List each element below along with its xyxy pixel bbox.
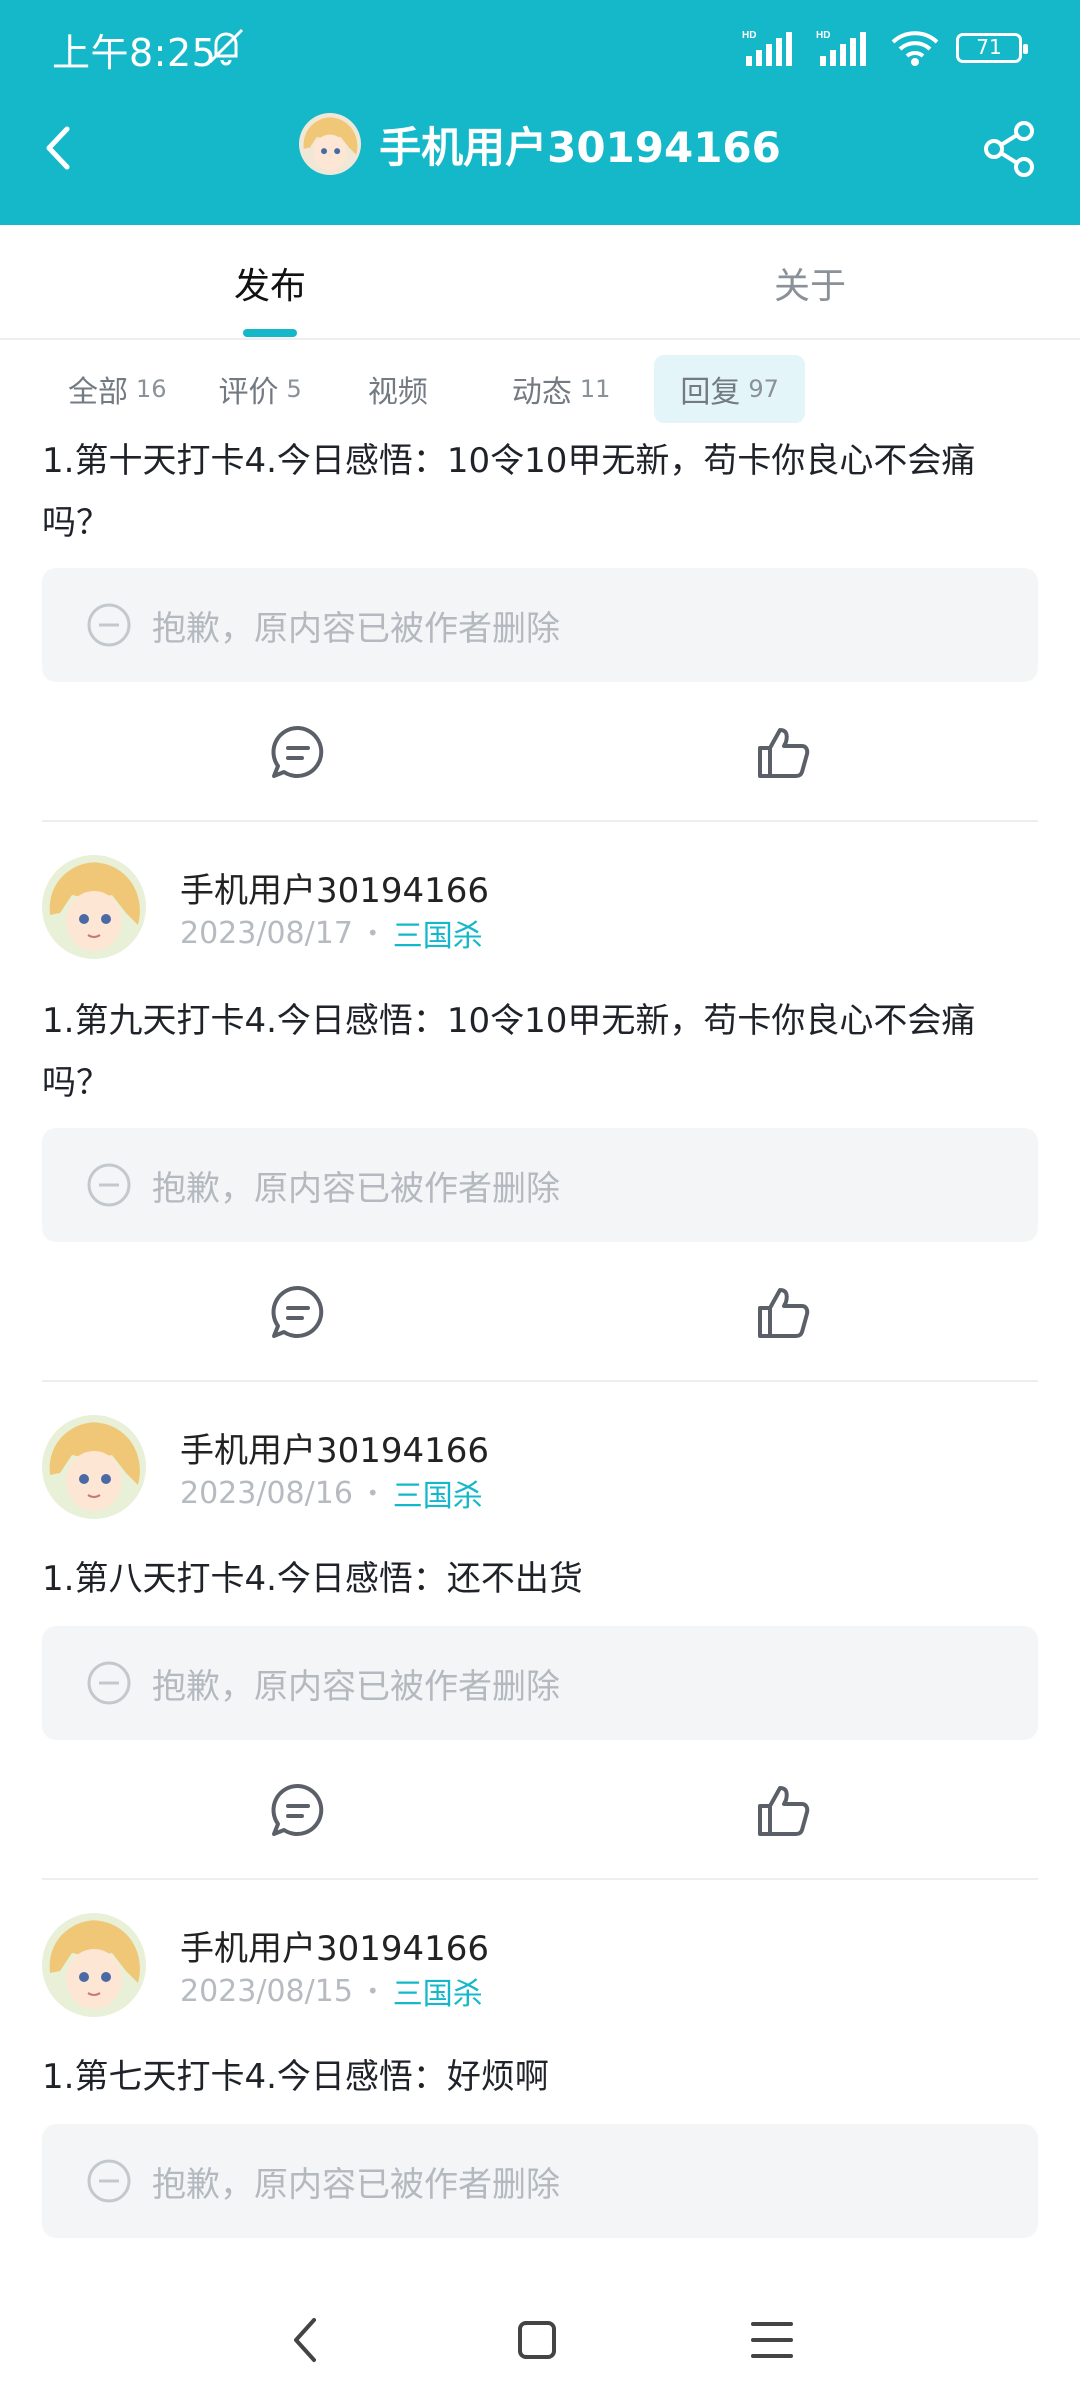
signal-icon-2: HD bbox=[816, 30, 866, 66]
mute-icon bbox=[208, 28, 244, 66]
like-icon[interactable] bbox=[752, 722, 812, 782]
deleted-text: 抱歉，原内容已被作者删除 bbox=[152, 1666, 560, 1707]
deleted-text: 抱歉，原内容已被作者删除 bbox=[152, 608, 560, 649]
filter-label: 视频 bbox=[367, 375, 428, 410]
page-title: 手机用户30194166 bbox=[379, 122, 781, 172]
like-icon[interactable] bbox=[752, 1282, 812, 1342]
deleted-notice[interactable]: 抱歉，原内容已被作者删除 bbox=[42, 2124, 1038, 2238]
divider bbox=[42, 820, 1038, 822]
post-actions bbox=[0, 722, 1080, 782]
post-username[interactable]: 手机用户30194166 bbox=[180, 863, 489, 912]
nav-back-icon[interactable] bbox=[280, 2310, 330, 2370]
filter-all[interactable]: 全部 16 bbox=[42, 355, 193, 423]
post-tag[interactable]: 三国杀 bbox=[393, 1471, 483, 1515]
comment-icon[interactable] bbox=[268, 1282, 328, 1342]
avatar[interactable] bbox=[42, 1415, 146, 1519]
svg-text:HD: HD bbox=[816, 30, 830, 41]
title-avatar[interactable] bbox=[299, 113, 362, 175]
post-username[interactable]: 手机用户30194166 bbox=[180, 1423, 489, 1472]
post-username[interactable]: 手机用户30194166 bbox=[180, 1921, 489, 1970]
filter-count: 16 bbox=[136, 375, 167, 403]
signal-icon: HD bbox=[742, 30, 792, 66]
filter-videos[interactable]: 视频 bbox=[328, 355, 468, 423]
post-text[interactable]: 1.第七天打卡4.今日感悟：好烦啊 bbox=[42, 2046, 1042, 2108]
title-wrap: 手机用户30194166 bbox=[0, 113, 1080, 175]
post-meta: 2023/08/15 • 三国杀 bbox=[180, 1969, 483, 2013]
avatar[interactable] bbox=[42, 1913, 146, 2017]
minus-circle-icon bbox=[87, 2159, 131, 2203]
status-bar: 上午8:25 HD HD 71 bbox=[0, 0, 1080, 95]
post-tag[interactable]: 三国杀 bbox=[393, 911, 483, 955]
wifi-icon bbox=[891, 31, 939, 66]
filter-count: 5 bbox=[286, 375, 302, 403]
post-date: 2023/08/15 bbox=[180, 1973, 353, 2009]
filter-label: 全部 bbox=[68, 375, 128, 410]
deleted-notice[interactable]: 抱歉，原内容已被作者删除 bbox=[42, 1128, 1038, 1242]
post-date: 2023/08/16 bbox=[180, 1475, 353, 1511]
battery-level: 71 bbox=[976, 35, 1002, 59]
separator-dot: • bbox=[366, 1979, 379, 2003]
post-header: 手机用户30194166 2023/08/16 • 三国杀 bbox=[42, 1415, 1042, 1525]
filter-label: 动态 bbox=[511, 375, 572, 410]
avatar[interactable] bbox=[42, 855, 146, 959]
post-tag[interactable]: 三国杀 bbox=[393, 1969, 483, 2013]
filter-label: 回复 bbox=[680, 375, 741, 410]
post-actions bbox=[0, 1780, 1080, 1840]
post-actions bbox=[0, 1282, 1080, 1342]
battery-icon: 71 bbox=[956, 33, 1028, 63]
profile-tabs: 发布 关于 bbox=[0, 225, 1080, 340]
filter-reviews[interactable]: 评价 5 bbox=[193, 355, 328, 423]
filter-bar: 全部 16 评价 5 视频 动态 11 回复 97 bbox=[42, 355, 805, 423]
tab-publish[interactable]: 发布 bbox=[0, 225, 540, 340]
comment-icon[interactable] bbox=[268, 722, 328, 782]
minus-circle-icon bbox=[87, 603, 131, 647]
tab-about[interactable]: 关于 bbox=[540, 225, 1080, 340]
post-meta: 2023/08/17 • 三国杀 bbox=[180, 911, 483, 955]
svg-text:HD: HD bbox=[742, 30, 756, 41]
filter-count: 11 bbox=[579, 375, 611, 403]
divider bbox=[42, 1878, 1038, 1880]
post-text[interactable]: 1.第十天打卡4.今日感悟：10令10甲无新，苟卡你良心不会痛吗？ bbox=[42, 430, 1042, 554]
post-header: 手机用户30194166 2023/08/15 • 三国杀 bbox=[42, 1913, 1042, 2023]
minus-circle-icon bbox=[87, 1163, 131, 1207]
deleted-notice[interactable]: 抱歉，原内容已被作者删除 bbox=[42, 568, 1038, 682]
filter-replies[interactable]: 回复 97 bbox=[654, 355, 805, 423]
post-text[interactable]: 1.第八天打卡4.今日感悟：还不出货 bbox=[42, 1548, 1042, 1610]
filter-count: 97 bbox=[748, 375, 779, 403]
status-time: 上午8:25 bbox=[52, 31, 217, 75]
comment-icon[interactable] bbox=[268, 1780, 328, 1840]
post-meta: 2023/08/16 • 三国杀 bbox=[180, 1471, 483, 1515]
post-header: 手机用户30194166 2023/08/17 • 三国杀 bbox=[42, 855, 1042, 965]
like-icon[interactable] bbox=[752, 1780, 812, 1840]
nav-menu-icon[interactable] bbox=[745, 2310, 799, 2370]
post-date: 2023/08/17 bbox=[180, 915, 353, 951]
status-icons: HD HD 71 bbox=[742, 26, 1028, 70]
separator-dot: • bbox=[366, 921, 379, 945]
title-bar: 手机用户30194166 bbox=[0, 95, 1080, 225]
deleted-text: 抱歉，原内容已被作者删除 bbox=[152, 2164, 560, 2205]
post-text[interactable]: 1.第九天打卡4.今日感悟：10令10甲无新，苟卡你良心不会痛吗？ bbox=[42, 990, 1042, 1114]
filter-label: 评价 bbox=[218, 375, 279, 410]
divider bbox=[42, 1380, 1038, 1382]
minus-circle-icon bbox=[87, 1661, 131, 1705]
app-header: 上午8:25 HD HD 71 手机用户30194166 bbox=[0, 0, 1080, 225]
filter-moments[interactable]: 动态 11 bbox=[468, 355, 655, 423]
separator-dot: • bbox=[366, 1481, 379, 1505]
system-nav-bar bbox=[0, 2280, 1080, 2400]
deleted-text: 抱歉，原内容已被作者删除 bbox=[152, 1168, 560, 1209]
nav-home-icon[interactable] bbox=[510, 2310, 564, 2370]
share-button[interactable] bbox=[980, 119, 1040, 179]
tab-indicator bbox=[243, 329, 297, 337]
deleted-notice[interactable]: 抱歉，原内容已被作者删除 bbox=[42, 1626, 1038, 1740]
share-icon bbox=[984, 121, 1034, 177]
